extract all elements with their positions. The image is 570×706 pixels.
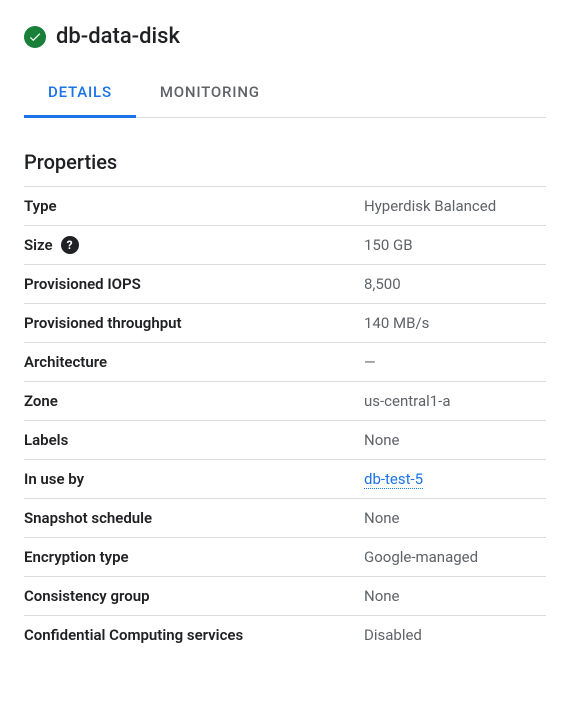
- property-row: Size?150 GB: [24, 226, 546, 265]
- property-value: Hyperdisk Balanced: [364, 187, 546, 226]
- properties-heading: Properties: [24, 150, 546, 174]
- status-ok-icon: [24, 26, 46, 48]
- property-row: Snapshot schedule None: [24, 499, 546, 538]
- property-value: us-central1-a: [364, 382, 546, 421]
- property-label-text: Provisioned IOPS: [24, 275, 141, 293]
- property-label-text: Consistency group: [24, 587, 150, 605]
- help-icon[interactable]: ?: [61, 236, 79, 254]
- property-label: Size?: [24, 226, 364, 265]
- property-label-text: Type: [24, 197, 57, 215]
- properties-table: TypeHyperdisk BalancedSize?150 GBProvisi…: [24, 186, 546, 654]
- property-label-text: Size: [24, 236, 53, 254]
- property-value: None: [364, 499, 546, 538]
- property-label: Snapshot schedule: [24, 499, 364, 538]
- property-value: —: [364, 343, 546, 382]
- property-label: Provisioned IOPS: [24, 265, 364, 304]
- property-row: Labels None: [24, 421, 546, 460]
- property-label: Encryption type: [24, 538, 364, 577]
- tab-monitoring[interactable]: MONITORING: [136, 69, 284, 118]
- tabs: DETAILSMONITORING: [24, 69, 546, 118]
- property-label-text: Zone: [24, 392, 58, 410]
- property-label: Zone: [24, 382, 364, 421]
- property-label-text: Encryption type: [24, 548, 129, 566]
- property-label: Architecture: [24, 343, 364, 382]
- property-row: Type Hyperdisk Balanced: [24, 187, 546, 226]
- property-value: None: [364, 421, 546, 460]
- property-label: Consistency group: [24, 577, 364, 616]
- property-value: 150 GB: [364, 226, 546, 265]
- property-label-text: Provisioned throughput: [24, 314, 182, 332]
- property-row: Provisioned throughput 140 MB/s: [24, 304, 546, 343]
- property-label-text: Snapshot schedule: [24, 509, 152, 527]
- property-label: Confidential Computing services: [24, 616, 364, 655]
- property-row: In use by db-test-5: [24, 460, 546, 499]
- property-value: db-test-5: [364, 460, 546, 499]
- property-value: None: [364, 577, 546, 616]
- property-value: Google-managed: [364, 538, 546, 577]
- property-row: Zone us-central1-a: [24, 382, 546, 421]
- property-row: Provisioned IOPS 8,500: [24, 265, 546, 304]
- property-label: Type: [24, 187, 364, 226]
- property-value: 140 MB/s: [364, 304, 546, 343]
- property-label: Provisioned throughput: [24, 304, 364, 343]
- property-label-text: In use by: [24, 470, 84, 488]
- property-row: Confidential Computing services Disabled: [24, 616, 546, 655]
- property-row: Encryption type Google-managed: [24, 538, 546, 577]
- property-label-text: Confidential Computing services: [24, 626, 243, 644]
- page-title: db-data-disk: [56, 24, 180, 49]
- property-label-text: Architecture: [24, 353, 107, 371]
- property-row: Architecture —: [24, 343, 546, 382]
- property-row: Consistency group None: [24, 577, 546, 616]
- property-label: In use by: [24, 460, 364, 499]
- in-use-by-link[interactable]: db-test-5: [364, 470, 423, 489]
- tab-details[interactable]: DETAILS: [24, 69, 136, 118]
- property-value: 8,500: [364, 265, 546, 304]
- property-value: Disabled: [364, 616, 546, 655]
- property-label-text: Labels: [24, 431, 68, 449]
- page-header: db-data-disk: [24, 24, 546, 49]
- property-label: Labels: [24, 421, 364, 460]
